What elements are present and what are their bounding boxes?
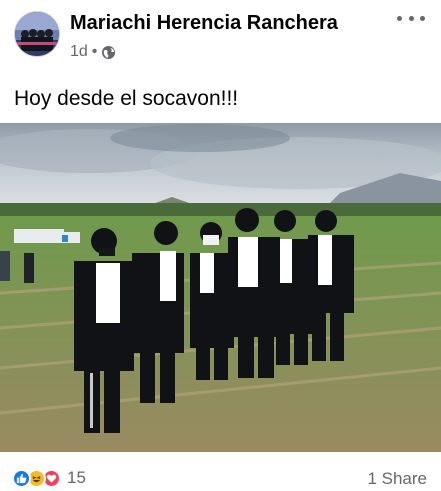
group-photo-image [0,123,441,452]
avatar-image [15,12,59,56]
post-text: Hoy desde el socavon!!! [14,87,239,110]
reaction-count: 15 [67,468,86,487]
page-name[interactable]: Mariachi Herencia Ranchera [70,12,338,35]
post-footer: 15 1 Share [0,452,441,491]
more-dot [397,15,402,21]
meta-separator: • [91,43,98,60]
post-time[interactable]: 1d [70,43,88,61]
more-options-button[interactable] [397,8,425,28]
more-dot [420,15,425,21]
post-photo[interactable] [0,123,441,452]
post-meta: 1d • [70,43,116,61]
more-dot [408,15,414,21]
like-icon [12,468,31,488]
page-avatar[interactable] [14,11,60,57]
reaction-summary[interactable]: 15 [12,468,86,488]
globe-icon [102,45,116,59]
post-header: Mariachi Herencia Ranchera 1d • [0,0,441,68]
share-count[interactable]: 1 Share [367,469,427,489]
